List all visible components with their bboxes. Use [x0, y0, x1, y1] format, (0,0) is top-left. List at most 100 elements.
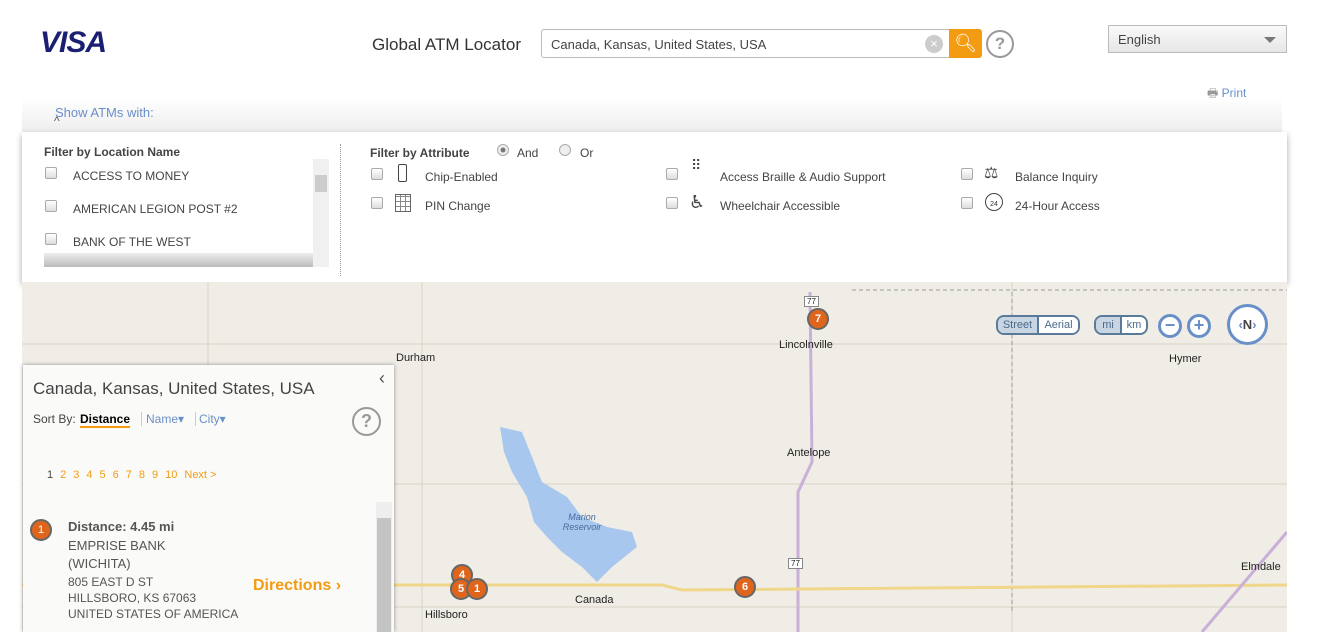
chevron-down-icon: [1264, 37, 1276, 49]
result-marker: 1: [30, 519, 52, 541]
place-label: Canada: [575, 594, 614, 606]
language-value: English: [1118, 32, 1161, 47]
place-label: Durham: [396, 352, 436, 364]
result-item[interactable]: 1 Distance: 4.45 mi EMPRISE BANK (WICHIT…: [23, 515, 373, 632]
arrow-down-icon: ▾: [219, 412, 226, 426]
atm-marker[interactable]: 6: [734, 576, 756, 598]
page-link[interactable]: 4: [86, 469, 92, 481]
zoom-out-button[interactable]: −: [1158, 314, 1182, 338]
location-scrollbar[interactable]: [313, 159, 329, 267]
result-distance: Distance: 4.45 mi: [68, 519, 175, 534]
results-title: Canada, Kansas, United States, USA: [33, 379, 315, 398]
sort-name-label: Name: [146, 412, 179, 426]
search-button[interactable]: 🔍︎: [949, 29, 982, 58]
pagination: 1 2 3 4 5 6 7 8 9 10 Next >: [47, 469, 223, 481]
attribute-filter-heading: Filter by Attribute: [370, 146, 470, 160]
search-icon: 🔍︎: [954, 33, 977, 53]
list-fade: [44, 253, 314, 267]
reservoir-label: Marion Reservoir: [562, 512, 602, 532]
checkbox[interactable]: [961, 197, 973, 209]
clear-search-icon[interactable]: ×: [925, 35, 943, 53]
result-city: HILLSBORO, KS 67063: [68, 591, 197, 605]
attribute-label: PIN Change: [425, 199, 491, 213]
page-title: Global ATM Locator: [372, 35, 521, 54]
radio-and-label: And: [517, 146, 539, 160]
checkbox[interactable]: [45, 233, 57, 245]
checkbox[interactable]: [371, 197, 383, 209]
show-atms-toggle[interactable]: Show ATMs with:: [55, 105, 154, 120]
attribute-label: Balance Inquiry: [1015, 170, 1098, 184]
checkbox[interactable]: [371, 168, 383, 180]
atm-marker[interactable]: 1: [466, 578, 488, 600]
place-label: Antelope: [787, 447, 831, 459]
chip-card-icon: [398, 164, 407, 182]
compass-north: N: [1242, 317, 1253, 332]
page-link[interactable]: 5: [100, 469, 106, 481]
filter-toggle-bar: [22, 98, 1282, 132]
sort-distance[interactable]: Distance: [80, 412, 131, 428]
braille-icon: ⠿: [691, 157, 702, 173]
reservoir: [500, 427, 637, 582]
visa-logo: VISA: [40, 26, 107, 59]
checkbox[interactable]: [666, 168, 678, 180]
page-link[interactable]: 9: [152, 469, 158, 481]
page-current: 1: [47, 469, 54, 481]
radio-or[interactable]: [559, 144, 571, 156]
page-link[interactable]: Next >: [184, 469, 216, 481]
attribute-label: Access Braille & Audio Support: [720, 170, 886, 184]
route-shield: 77: [804, 296, 819, 307]
atm-marker[interactable]: 7: [807, 308, 829, 330]
sort-city[interactable]: City▾: [195, 412, 226, 426]
zoom-in-button[interactable]: +: [1187, 314, 1211, 338]
page-link[interactable]: 8: [139, 469, 145, 481]
aerial-view-button[interactable]: Aerial: [1039, 317, 1078, 333]
sort-city-label: City: [199, 412, 220, 426]
page-link[interactable]: 3: [73, 469, 79, 481]
page-link[interactable]: 2: [60, 469, 66, 481]
location-list: ACCESS TO MONEY AMERICAN LEGION POST #2 …: [44, 159, 329, 267]
keypad-icon: [395, 194, 411, 212]
checkbox[interactable]: [45, 200, 57, 212]
results-scrollbar[interactable]: [376, 502, 392, 632]
help-icon[interactable]: ?: [986, 30, 1014, 58]
wheelchair-icon: ♿︎: [689, 192, 706, 212]
compass-button[interactable]: ‹N›: [1227, 304, 1268, 345]
page-link[interactable]: 7: [126, 469, 132, 481]
scale-icon: ⚖︎: [984, 165, 999, 182]
divider: [340, 144, 341, 276]
help-icon[interactable]: ?: [352, 407, 381, 436]
unit-km-button[interactable]: km: [1122, 317, 1146, 333]
attribute-label: Chip-Enabled: [425, 170, 498, 184]
street-view-button[interactable]: Street: [998, 317, 1039, 333]
checkbox[interactable]: [45, 167, 57, 179]
sort-name[interactable]: Name▾: [141, 412, 184, 426]
location-label: AMERICAN LEGION POST #2: [73, 202, 238, 216]
place-label: Elmdale: [1241, 561, 1281, 573]
location-label: BANK OF THE WEST: [73, 235, 191, 249]
unit-mi-button[interactable]: mi: [1096, 317, 1122, 333]
checkbox[interactable]: [961, 168, 973, 180]
language-select[interactable]: English: [1108, 25, 1287, 53]
filter-panel: Filter by Location Name ACCESS TO MONEY …: [22, 132, 1287, 282]
radio-or-label: Or: [580, 146, 594, 160]
map-type-toggle: Street Aerial: [996, 315, 1080, 335]
directions-link[interactable]: Directions ›: [253, 577, 341, 595]
result-country: UNITED STATES OF AMERICA: [68, 607, 239, 621]
result-address: 805 EAST D ST: [68, 575, 154, 589]
result-name: EMPRISE BANK: [68, 538, 166, 553]
checkbox[interactable]: [666, 197, 678, 209]
place-label: Lincolnville: [779, 339, 833, 351]
radio-and[interactable]: [497, 144, 509, 156]
results-panel: Canada, Kansas, United States, USA ‹ Sor…: [23, 365, 394, 632]
search-input[interactable]: Canada, Kansas, United States, USA: [541, 29, 951, 58]
chevron-up-icon[interactable]: ^: [54, 114, 60, 128]
page-link[interactable]: 6: [113, 469, 119, 481]
place-label: Hillsboro: [425, 609, 468, 621]
collapse-panel-icon[interactable]: ‹: [379, 368, 385, 389]
location-label: ACCESS TO MONEY: [73, 169, 190, 183]
clock-24-icon: 24: [985, 193, 1003, 211]
attribute-label: Wheelchair Accessible: [720, 199, 841, 213]
location-filter-heading: Filter by Location Name: [44, 145, 181, 159]
page-link[interactable]: 10: [165, 469, 177, 481]
place-label: Hymer: [1169, 353, 1202, 365]
